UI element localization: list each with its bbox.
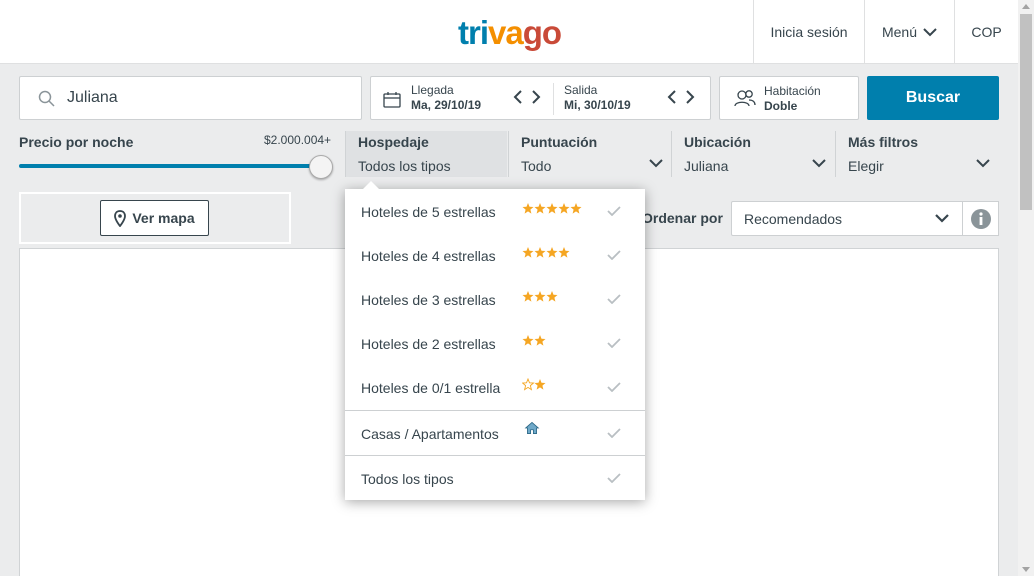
more-filters[interactable]: Más filtros Elegir bbox=[835, 131, 999, 177]
lodging-option-2-stars[interactable]: Hoteles de 2 estrellas bbox=[345, 321, 645, 365]
checkin-next-icon[interactable] bbox=[531, 89, 541, 105]
lodging-option-5-stars[interactable]: Hoteles de 5 estrellas bbox=[345, 189, 645, 233]
calendar-icon bbox=[383, 92, 401, 108]
chevron-down-icon bbox=[976, 159, 990, 168]
price-max: $2.000.004+ bbox=[264, 133, 332, 147]
check-icon bbox=[607, 428, 621, 438]
checkout-next-icon[interactable] bbox=[685, 89, 695, 105]
three-stars-icon bbox=[522, 291, 558, 302]
menu-button[interactable]: Menú bbox=[864, 0, 954, 63]
chevron-down-icon bbox=[649, 159, 663, 168]
checkin-field[interactable]: Llegada Ma, 29/10/19 bbox=[411, 83, 481, 112]
date-divider bbox=[553, 83, 554, 115]
sort-info-button[interactable] bbox=[963, 201, 999, 236]
sort-select[interactable]: Recomendados bbox=[731, 201, 963, 236]
login-link[interactable]: Inicia sesión bbox=[753, 0, 864, 63]
date-picker[interactable]: Llegada Ma, 29/10/19 Salida Mi, 30/10/19 bbox=[370, 76, 711, 120]
sort-label: Ordenar por bbox=[642, 210, 723, 226]
checkin-prev-icon[interactable] bbox=[513, 89, 523, 105]
lodging-option-all-types[interactable]: Todos los tipos bbox=[345, 456, 645, 500]
dropdown-caret bbox=[363, 181, 379, 189]
check-icon bbox=[607, 382, 621, 392]
lodging-option-houses[interactable]: Casas / Apartamentos bbox=[345, 411, 645, 455]
five-stars-icon bbox=[522, 203, 582, 214]
location-filter[interactable]: Ubicación Juliana bbox=[671, 131, 834, 177]
house-icon bbox=[524, 421, 540, 435]
currency-button[interactable]: COP bbox=[954, 0, 1018, 63]
rating-filter[interactable]: Puntuación Todo bbox=[508, 131, 670, 177]
destination-search-input[interactable]: Juliana bbox=[19, 76, 362, 120]
search-button[interactable]: Buscar bbox=[867, 76, 999, 120]
lodging-option-3-stars[interactable]: Hoteles de 3 estrellas bbox=[345, 277, 645, 321]
room-selector[interactable]: Habitación Doble bbox=[719, 76, 859, 120]
chevron-down-icon bbox=[812, 159, 826, 168]
price-slider-handle[interactable] bbox=[309, 155, 333, 179]
lodging-option-4-stars[interactable]: Hoteles de 4 estrellas bbox=[345, 233, 645, 277]
check-icon bbox=[607, 338, 621, 348]
scrollbar-thumb[interactable] bbox=[1020, 14, 1032, 210]
check-icon bbox=[607, 206, 621, 216]
checkout-field[interactable]: Salida Mi, 30/10/19 bbox=[564, 83, 631, 112]
one-star-icon bbox=[522, 378, 546, 391]
vertical-scrollbar[interactable] bbox=[1018, 0, 1034, 576]
guests-icon bbox=[734, 90, 756, 107]
chevron-down-icon bbox=[923, 27, 937, 36]
header: trivago Inicia sesión Menú COP bbox=[0, 0, 1018, 64]
scroll-up-arrow-icon[interactable] bbox=[1022, 4, 1030, 9]
chevron-down-icon bbox=[935, 214, 949, 223]
lodging-filter[interactable]: Hospedaje Todos los tipos bbox=[345, 131, 507, 177]
price-label: Precio por noche bbox=[19, 134, 134, 150]
trivago-logo[interactable]: trivago bbox=[458, 14, 562, 52]
price-slider-track[interactable] bbox=[19, 164, 321, 168]
destination-value: Juliana bbox=[67, 89, 118, 106]
check-icon bbox=[607, 473, 621, 483]
four-stars-icon bbox=[522, 247, 570, 258]
two-stars-icon bbox=[522, 335, 546, 346]
checkout-prev-icon[interactable] bbox=[667, 89, 677, 105]
lodging-dropdown: Hoteles de 5 estrellas Hoteles de 4 estr… bbox=[345, 181, 645, 500]
scroll-down-arrow-icon[interactable] bbox=[1022, 567, 1030, 572]
search-icon bbox=[38, 90, 55, 107]
map-pin-icon bbox=[114, 209, 127, 227]
view-map-button[interactable]: Ver mapa bbox=[100, 200, 209, 236]
check-icon bbox=[607, 294, 621, 304]
info-icon bbox=[970, 208, 991, 229]
lodging-option-0-1-stars[interactable]: Hoteles de 0/1 estrella bbox=[345, 365, 645, 409]
check-icon bbox=[607, 250, 621, 260]
